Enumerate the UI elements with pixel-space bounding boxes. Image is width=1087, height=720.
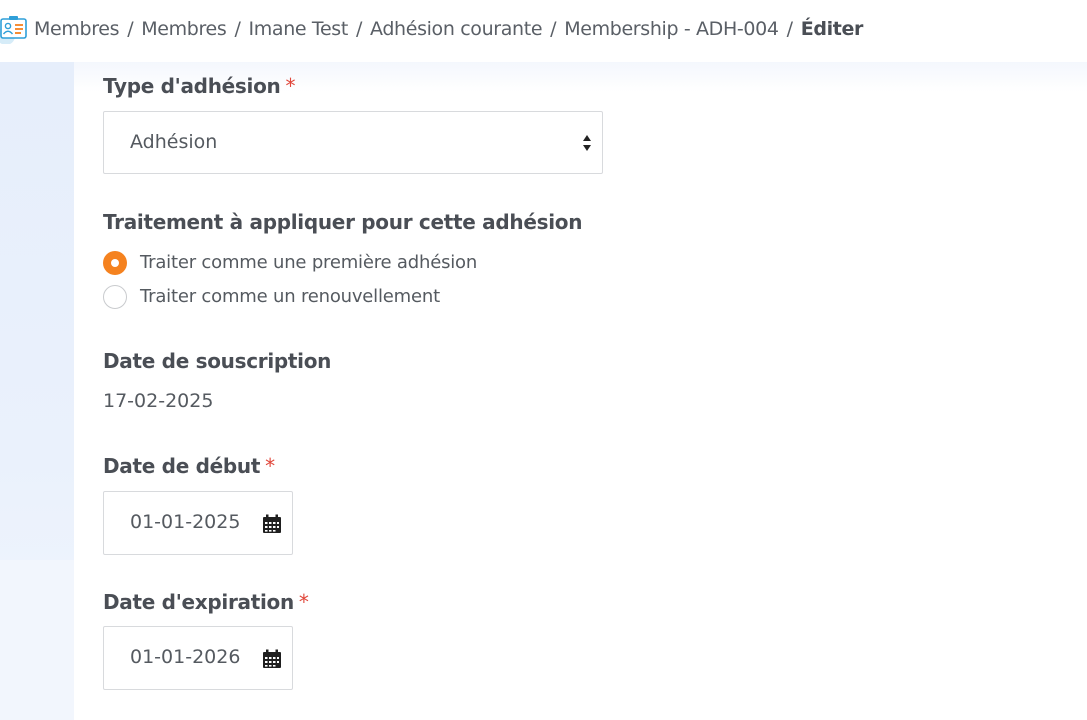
start-date-label: Date de début * <box>103 454 275 478</box>
member-card-icon[interactable] <box>0 14 28 44</box>
expiration-date-label: Date d'expiration * <box>103 590 309 614</box>
start-date-label-text: Date de début <box>103 454 261 478</box>
subscription-date-label: Date de souscription <box>103 349 332 373</box>
required-marker: * <box>265 454 275 478</box>
breadcrumb-item-membres-list[interactable]: Membres <box>141 18 227 40</box>
membership-type-label: Type d'adhésion * <box>103 74 295 98</box>
breadcrumb-separator: / <box>234 18 241 40</box>
start-date-value: 01-01-2025 <box>130 511 241 533</box>
breadcrumb-item-membres[interactable]: Membres <box>34 18 120 40</box>
treatment-label: Traitement à appliquer pour cette adhési… <box>103 210 583 234</box>
radio-button-unselected[interactable] <box>103 285 127 309</box>
subscription-date-value: 17-02-2025 <box>103 390 214 412</box>
required-marker: * <box>298 590 309 614</box>
calendar-icon[interactable] <box>262 649 282 669</box>
required-marker: * <box>285 74 296 98</box>
breadcrumb: Membres / Membres / Imane Test / Adhésion cour… <box>34 17 863 41</box>
breadcrumb-separator: / <box>127 18 134 40</box>
breadcrumb-separator: / <box>786 18 793 40</box>
expiration-date-input[interactable]: 01-01-2026 <box>103 626 293 690</box>
expiration-date-label-text: Date d'expiration <box>103 590 294 614</box>
sidebar-background <box>0 62 74 720</box>
breadcrumb-item-membership-record[interactable]: Membership - ADH-004 <box>564 18 779 40</box>
expiration-date-value: 01-01-2026 <box>130 646 241 668</box>
calendar-icon[interactable] <box>262 514 282 534</box>
breadcrumb-item-member[interactable]: Imane Test <box>249 18 349 40</box>
sidebar-background-lower <box>0 560 74 720</box>
breadcrumb-separator: / <box>355 18 363 40</box>
membership-type-label-text: Type d'adhésion <box>103 74 281 98</box>
membership-type-selected-value: Adhésion <box>130 131 218 153</box>
top-bar: Membres / Membres / Imane Test / Adhésion cour… <box>0 0 1087 62</box>
radio-dot <box>111 259 119 267</box>
breadcrumb-current-page: Éditer <box>800 18 864 40</box>
breadcrumb-item-current-membership[interactable]: Adhésion courante <box>370 18 542 40</box>
select-arrows-icon <box>583 135 591 151</box>
start-date-input[interactable]: 01-01-2025 <box>103 491 293 555</box>
radio-button-selected[interactable] <box>103 251 127 275</box>
radio-label-first-membership[interactable]: Traiter comme une première adhésion <box>140 252 477 273</box>
radio-label-renewal[interactable]: Traiter comme un renouvellement <box>140 286 440 307</box>
breadcrumb-separator: / <box>550 18 557 40</box>
membership-type-select[interactable]: Adhésion <box>103 111 603 174</box>
